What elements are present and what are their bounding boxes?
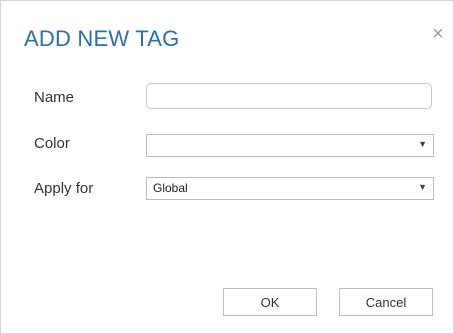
cancel-button[interactable]: Cancel <box>339 288 433 316</box>
chevron-down-icon: ▼ <box>418 139 427 149</box>
chevron-down-icon: ▼ <box>418 182 427 192</box>
ok-button[interactable]: OK <box>223 288 317 316</box>
add-new-tag-dialog: ADD NEW TAG × Name Color ▼ Apply for Glo… <box>0 0 454 334</box>
color-select[interactable]: ▼ <box>146 134 434 157</box>
name-label: Name <box>34 89 75 106</box>
apply-for-select[interactable]: Global ▼ <box>146 177 434 200</box>
apply-for-label: Apply for <box>34 180 94 197</box>
color-label: Color <box>34 135 70 152</box>
apply-for-selected-value: Global <box>153 181 188 195</box>
dialog-title: ADD NEW TAG <box>24 26 180 51</box>
name-input[interactable] <box>146 83 432 109</box>
close-icon[interactable]: × <box>429 24 447 44</box>
